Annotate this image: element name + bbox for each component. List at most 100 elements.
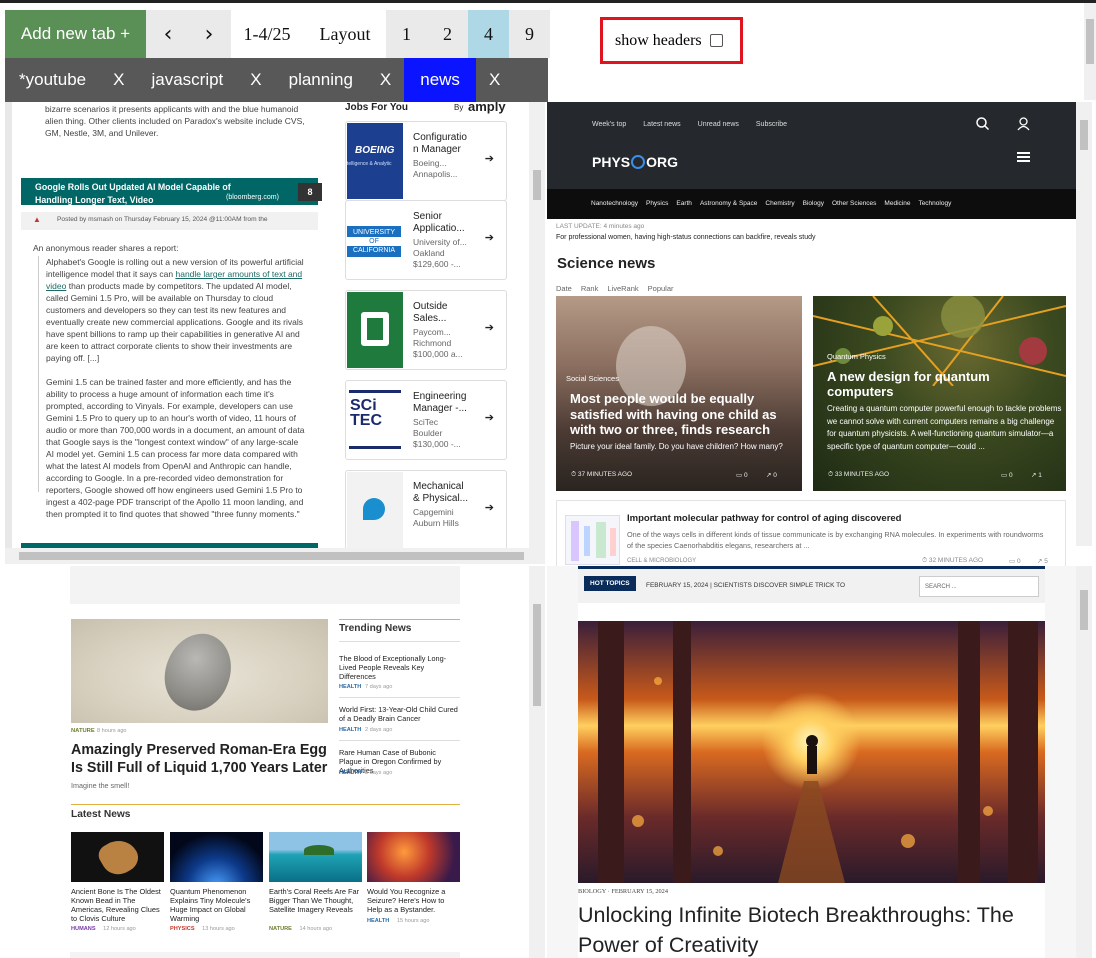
nav-subscribe[interactable]: Subscribe: [756, 121, 787, 128]
news-ticker[interactable]: FEBRUARY 15, 2024 | SCIENTISTS DISCOVER …: [646, 582, 845, 589]
share-icon[interactable]: ↗ 1: [1031, 471, 1042, 479]
sort-liverank[interactable]: LiveRank: [607, 284, 638, 293]
job-title[interactable]: Engineering Manager -...: [413, 391, 473, 415]
tab-planning-close-button[interactable]: X: [367, 58, 404, 102]
latest-thumb-earth[interactable]: [170, 832, 263, 882]
comment-count-badge[interactable]: 8: [298, 183, 322, 201]
job-title[interactable]: Configuratio n Manager: [413, 132, 473, 156]
latest-thumb-bone[interactable]: [71, 832, 164, 882]
pane1-scrollbar-thumb[interactable]: [533, 170, 541, 200]
tab-youtube-close-button[interactable]: X: [100, 58, 137, 102]
pane2-scrollbar-thumb[interactable]: [1080, 120, 1088, 150]
story-title[interactable]: Google Rolls Out Updated AI Model Capabl…: [35, 181, 255, 207]
card-category[interactable]: Quantum Physics: [827, 352, 886, 361]
comments-icon[interactable]: ▭ 0: [1001, 471, 1013, 479]
trending-item-category[interactable]: HEALTH: [339, 770, 361, 776]
main-category[interactable]: NATURE: [71, 728, 95, 734]
pane3-scrollbar[interactable]: [529, 566, 545, 958]
latest-item-title[interactable]: Would You Recognize a Seizure? Here's Ho…: [367, 887, 460, 914]
page-scrollbar-thumb[interactable]: [1086, 19, 1094, 64]
trending-item-category[interactable]: HEALTH: [339, 684, 361, 690]
job-card[interactable]: BOEING telligence & Analytic Configurati…: [345, 121, 507, 201]
sort-popular[interactable]: Popular: [648, 284, 674, 293]
job-title[interactable]: Outside Sales...: [413, 301, 473, 325]
cat-medicine[interactable]: Medicine: [884, 200, 910, 207]
pane2-scrollbar[interactable]: [1076, 102, 1092, 546]
cat-chemistry[interactable]: Chemistry: [765, 200, 794, 207]
next-page-button[interactable]: ›: [187, 10, 231, 58]
cat-physics[interactable]: Physics: [646, 200, 668, 207]
cat-nanotechnology[interactable]: Nanotechnology: [591, 200, 638, 207]
card-category[interactable]: Social Sciences: [566, 374, 619, 383]
job-card[interactable]: SCi TEC Engineering Manager -... SciTec B…: [345, 380, 507, 460]
arrow-right-icon[interactable]: ➔: [485, 501, 494, 514]
add-new-tab-button[interactable]: Add new tab +: [5, 10, 146, 58]
latest-item-category[interactable]: NATURE 14 hours ago: [269, 926, 332, 932]
show-headers-toggle[interactable]: show headers: [600, 17, 743, 64]
pane4-scrollbar[interactable]: [1076, 566, 1092, 958]
search-icon[interactable]: [976, 117, 990, 131]
arrow-right-icon[interactable]: ➔: [485, 321, 494, 334]
article-category[interactable]: BIOLOGY: [578, 888, 606, 895]
latest-item-category[interactable]: PHYSICS 13 hours ago: [170, 926, 235, 932]
pane1-h-scrollbar-thumb[interactable]: [19, 552, 524, 560]
tab-javascript-close-button[interactable]: X: [237, 58, 274, 102]
latest-item-title[interactable]: Earth's Coral Reefs Are Far Bigger Than …: [269, 887, 362, 914]
job-title[interactable]: Mechanical & Physical...: [413, 481, 473, 505]
user-icon[interactable]: [1017, 117, 1030, 131]
news-card-quantum[interactable]: Quantum Physics A new design for quantum…: [813, 296, 1066, 491]
phys-org-logo[interactable]: PHYS ORG: [592, 154, 678, 170]
pane3-scrollbar-thumb[interactable]: [533, 604, 541, 706]
cat-other-sciences[interactable]: Other Sciences: [832, 200, 876, 207]
menu-icon[interactable]: [1017, 152, 1030, 162]
trending-item-title[interactable]: World First: 13-Year-Old Child Cured of …: [339, 705, 459, 723]
comments-icon[interactable]: ▭ 0: [1009, 557, 1021, 565]
story-title-bar[interactable]: Google Rolls Out Updated AI Model Capabl…: [21, 178, 322, 207]
arrow-right-icon[interactable]: ➔: [485, 152, 494, 165]
share-icon[interactable]: ↗ 5: [1037, 557, 1048, 565]
nav-weeks-top[interactable]: Week's top: [592, 121, 626, 128]
forest-path-image[interactable]: [578, 621, 1045, 883]
job-title[interactable]: Senior Applicatio...: [413, 211, 473, 235]
cat-earth[interactable]: Earth: [676, 200, 692, 207]
trending-item-title[interactable]: The Blood of Exceptionally Long-Lived Pe…: [339, 654, 459, 681]
previous-page-button[interactable]: ‹: [146, 10, 190, 58]
layout-2-button[interactable]: 2: [427, 10, 468, 58]
layout-4-button[interactable]: 4: [468, 10, 509, 58]
cat-biology[interactable]: Biology: [803, 200, 824, 207]
job-card[interactable]: Mechanical & Physical... Capgemini Aubur…: [345, 470, 507, 550]
nav-unread-news[interactable]: Unread news: [698, 121, 739, 128]
egg-image[interactable]: [71, 619, 328, 723]
main-title[interactable]: Amazingly Preserved Roman-Era Egg Is Sti…: [71, 742, 331, 777]
page-scrollbar[interactable]: [1084, 3, 1096, 100]
pane1-h-scrollbar[interactable]: [5, 548, 545, 564]
tab-news-close-button[interactable]: X: [476, 58, 513, 102]
job-card[interactable]: Outside Sales... Paycom... Richmond $100…: [345, 290, 507, 370]
arrow-right-icon[interactable]: ➔: [485, 231, 494, 244]
search-input[interactable]: SEARCH ...: [919, 576, 1039, 597]
comments-icon[interactable]: ▭ 0: [736, 471, 748, 479]
news-card-social[interactable]: Social Sciences Most people would be equ…: [556, 296, 802, 491]
latest-item-title[interactable]: Quantum Phenomenon Explains Tiny Molecul…: [170, 887, 263, 923]
layout-1-button[interactable]: 1: [386, 10, 427, 58]
pane4-scrollbar-thumb[interactable]: [1080, 590, 1088, 630]
cat-astronomy[interactable]: Astronomy & Space: [700, 200, 757, 207]
latest-thumb-reef[interactable]: [269, 832, 362, 882]
show-headers-checkbox[interactable]: [709, 34, 723, 47]
article-title[interactable]: Unlocking Infinite Biotech Breakthroughs…: [578, 900, 1053, 958]
latest-item-title[interactable]: Ancient Bone Is The Oldest Known Bead in…: [71, 887, 164, 923]
arrow-right-icon[interactable]: ➔: [485, 411, 494, 424]
card-title[interactable]: A new design for quantum computers: [827, 369, 1057, 399]
tab-news[interactable]: news: [404, 58, 476, 102]
tab-youtube[interactable]: *youtube: [5, 58, 100, 102]
pane1-scrollbar[interactable]: [529, 102, 545, 548]
sort-date[interactable]: Date: [556, 284, 572, 293]
breaking-headline[interactable]: For professional women, having high-stat…: [556, 234, 816, 241]
latest-item-category[interactable]: HUMANS 12 hours ago: [71, 926, 136, 932]
item-category[interactable]: CELL & MICROBIOLOGY: [627, 558, 696, 564]
news-list-item[interactable]: Important molecular pathway for control …: [556, 500, 1066, 566]
nav-latest-news[interactable]: Latest news: [643, 121, 680, 128]
tab-planning[interactable]: planning: [275, 58, 367, 102]
tab-javascript[interactable]: javascript: [137, 58, 237, 102]
latest-thumb-neurons[interactable]: [367, 832, 460, 882]
